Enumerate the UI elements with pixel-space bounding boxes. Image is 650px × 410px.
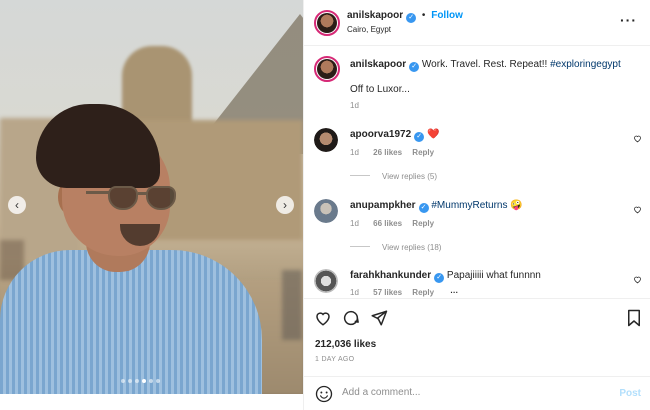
commenter-avatar[interactable] xyxy=(314,199,338,223)
comment-like-heart-icon[interactable] xyxy=(633,134,642,143)
commenter-avatar[interactable] xyxy=(314,128,338,152)
verified-badge-icon: ✓ xyxy=(434,273,445,283)
caption-username[interactable]: anilskapoor xyxy=(350,59,406,70)
post-header: anilskapoor ✓ • Follow Cairo, Egypt ··· xyxy=(304,0,650,46)
post-actions: 212,036 likes 1 DAY AGO Post xyxy=(304,298,650,410)
comment-username[interactable]: farahkhankunder xyxy=(350,270,431,281)
comment-like-heart-icon[interactable] xyxy=(633,205,642,214)
add-comment-bar: Post xyxy=(304,376,650,410)
comment-emoji: 🤪 xyxy=(510,200,523,211)
carousel-dot xyxy=(128,379,132,383)
comment-reply-button[interactable]: Reply xyxy=(412,219,434,228)
like-heart-icon[interactable] xyxy=(314,309,332,327)
carousel-dot xyxy=(135,379,139,383)
comment-time[interactable]: 1d xyxy=(350,219,359,228)
comment-likes[interactable]: 26 likes xyxy=(373,148,402,157)
carousel-dots xyxy=(121,379,160,383)
caption: anilskapoor ✓ Work. Travel. Rest. Repeat!… xyxy=(350,58,640,72)
emoji-smiley-icon[interactable] xyxy=(315,385,333,403)
follow-button[interactable]: Follow xyxy=(431,10,463,21)
comment-reply-button[interactable]: Reply xyxy=(412,148,434,157)
add-comment-input[interactable] xyxy=(342,387,602,398)
verified-badge-icon: ✓ xyxy=(406,13,417,23)
comment-time[interactable]: 1d xyxy=(350,288,359,297)
comment-hashtag[interactable]: #MummyReturns xyxy=(431,200,507,211)
comment-meta: 1d 57 likes Reply ··· xyxy=(350,288,458,297)
caption-text: Work. Travel. Rest. Repeat!! xyxy=(421,59,548,70)
comment-text: Papajiiiii what funnnn xyxy=(446,270,541,281)
comment-username[interactable]: anupampkher xyxy=(350,200,416,211)
caption-time[interactable]: 1d xyxy=(350,101,359,110)
comment-username[interactable]: apoorva1972 xyxy=(350,129,411,140)
comment-line: anupampkher ✓ #MummyReturns 🤪 xyxy=(350,200,523,213)
comment-meta: 1d 26 likes Reply xyxy=(350,148,434,157)
likes-count[interactable]: 212,036 likes xyxy=(315,339,376,350)
view-replies-button[interactable]: View replies (18) xyxy=(350,243,441,252)
carousel-dot xyxy=(142,379,146,383)
bookmark-save-icon[interactable] xyxy=(626,309,642,327)
post-location[interactable]: Cairo, Egypt xyxy=(347,25,391,34)
author-avatar[interactable] xyxy=(314,10,340,36)
comment-more-icon[interactable]: ··· xyxy=(450,288,458,297)
comment-line: apoorva1972 ✓ ❤️ xyxy=(350,129,439,142)
post-comment-button[interactable]: Post xyxy=(619,388,641,399)
caption-avatar[interactable] xyxy=(314,56,340,82)
carousel-dot xyxy=(149,379,153,383)
verified-badge-icon: ✓ xyxy=(414,132,425,142)
share-send-icon[interactable] xyxy=(370,309,388,327)
comment-line: farahkhankunder ✓ Papajiiiii what funnnn xyxy=(350,270,541,283)
more-options-icon[interactable]: ··· xyxy=(620,12,637,28)
photo-shirt xyxy=(0,250,262,394)
author-username[interactable]: anilskapoor xyxy=(347,10,403,21)
comment-likes[interactable]: 57 likes xyxy=(373,288,402,297)
caption-hashtag[interactable]: #exploringegypt xyxy=(550,59,621,70)
comment-bubble-icon[interactable] xyxy=(342,309,360,327)
verified-badge-icon: ✓ xyxy=(409,62,420,72)
post-photo: ‹ › xyxy=(0,0,303,394)
comment-likes[interactable]: 66 likes xyxy=(373,219,402,228)
caption-line-2: Off to Luxor... xyxy=(350,84,410,95)
author-line: anilskapoor ✓ • Follow xyxy=(347,10,463,23)
separator-dot: • xyxy=(421,10,426,21)
carousel-dot xyxy=(121,379,125,383)
verified-badge-icon: ✓ xyxy=(418,203,429,213)
next-slide-button[interactable]: › xyxy=(276,196,294,214)
comment-like-heart-icon[interactable] xyxy=(633,275,642,284)
carousel-dot xyxy=(156,379,160,383)
view-replies-button[interactable]: View replies (5) xyxy=(350,172,437,181)
post-time-ago: 1 DAY AGO xyxy=(315,356,355,363)
commenter-avatar[interactable] xyxy=(314,269,338,293)
comment-time[interactable]: 1d xyxy=(350,148,359,157)
post-details-panel: anilskapoor ✓ • Follow Cairo, Egypt ··· a… xyxy=(303,0,650,410)
comment-meta: 1d 66 likes Reply xyxy=(350,219,434,228)
comment-reply-button[interactable]: Reply xyxy=(412,288,434,297)
photo-sunglasses xyxy=(86,186,178,212)
previous-slide-button[interactable]: ‹ xyxy=(8,196,26,214)
photo-background-person xyxy=(282,270,302,340)
comment-text: ❤️ xyxy=(426,129,440,140)
